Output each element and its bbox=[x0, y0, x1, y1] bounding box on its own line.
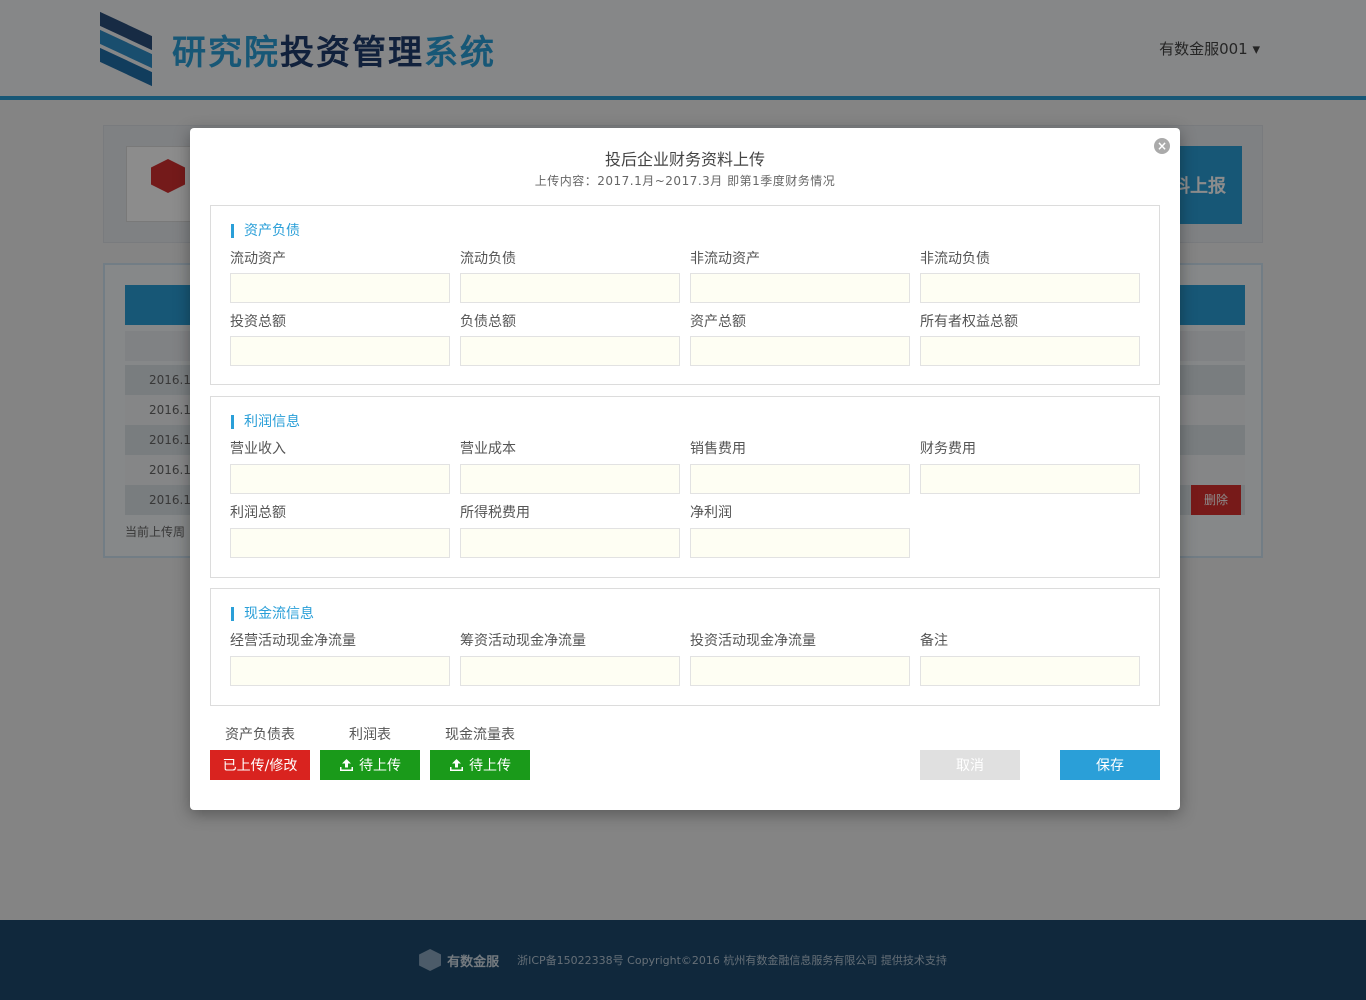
upload-button-label: 待上传 bbox=[359, 758, 401, 774]
total-profit-input[interactable] bbox=[230, 528, 450, 558]
field-label: 经营活动现金净流量 bbox=[230, 633, 356, 649]
section-title: 现金流信息 bbox=[231, 607, 314, 621]
net-profit-input[interactable] bbox=[690, 528, 910, 558]
upload-button-label: 已上传/修改 bbox=[222, 758, 298, 774]
field-label: 投资活动现金净流量 bbox=[690, 633, 816, 649]
section-cashflow: 现金流信息 经营活动现金净流量 筹资活动现金净流量 投资活动现金净流量 备注 bbox=[210, 588, 1160, 706]
operating-cashflow-input[interactable] bbox=[230, 656, 450, 686]
field-label: 所有者权益总额 bbox=[920, 314, 1018, 330]
upload-button-label: 待上传 bbox=[469, 758, 511, 774]
section-balance: 资产负债 流动资产 流动负债 非流动资产 非流动负债 投资总额 负债总额 资产总… bbox=[210, 205, 1160, 385]
field-label: 营业成本 bbox=[460, 441, 516, 457]
upload-balance-button[interactable]: 已上传/修改 bbox=[210, 750, 310, 780]
total-equity-input[interactable] bbox=[920, 336, 1140, 366]
section-title: 利润信息 bbox=[231, 415, 300, 429]
save-button[interactable]: 保存 bbox=[1060, 750, 1160, 780]
sales-expense-input[interactable] bbox=[690, 464, 910, 494]
upload-cashflow-button[interactable]: 待上传 bbox=[430, 750, 530, 780]
field-label: 资产总额 bbox=[690, 314, 746, 330]
field-label: 净利润 bbox=[690, 505, 732, 521]
revenue-input[interactable] bbox=[230, 464, 450, 494]
section-title: 资产负债 bbox=[231, 224, 300, 238]
field-label: 营业收入 bbox=[230, 441, 286, 457]
total-liabilities-input[interactable] bbox=[460, 336, 680, 366]
field-label: 备注 bbox=[920, 633, 948, 649]
income-tax-input[interactable] bbox=[460, 528, 680, 558]
current-liabilities-input[interactable] bbox=[460, 273, 680, 303]
total-investment-input[interactable] bbox=[230, 336, 450, 366]
upload-label-balance: 资产负债表 bbox=[225, 727, 295, 743]
cancel-button[interactable]: 取消 bbox=[920, 750, 1020, 780]
noncurrent-liabilities-input[interactable] bbox=[920, 273, 1140, 303]
upload-label-cashflow: 现金流量表 bbox=[445, 727, 515, 743]
field-label: 流动负债 bbox=[460, 251, 516, 267]
noncurrent-assets-input[interactable] bbox=[690, 273, 910, 303]
field-label: 财务费用 bbox=[920, 441, 976, 457]
remarks-input[interactable] bbox=[920, 656, 1140, 686]
upload-icon bbox=[340, 759, 353, 771]
field-label: 筹资活动现金净流量 bbox=[460, 633, 586, 649]
field-label: 非流动资产 bbox=[690, 251, 760, 267]
modal-title: 投后企业财务资料上传 bbox=[604, 150, 765, 169]
field-label: 流动资产 bbox=[230, 251, 286, 267]
field-label: 销售费用 bbox=[690, 441, 746, 457]
investing-cashflow-input[interactable] bbox=[690, 656, 910, 686]
upload-modal: × 投后企业财务资料上传 上传内容：2017.1月~2017.3月 即第1季度财… bbox=[190, 128, 1180, 810]
modal-subtitle: 上传内容：2017.1月~2017.3月 即第1季度财务情况 bbox=[534, 174, 836, 188]
field-label: 利润总额 bbox=[230, 505, 286, 521]
upload-profit-button[interactable]: 待上传 bbox=[320, 750, 420, 780]
field-label: 投资总额 bbox=[230, 314, 286, 330]
upload-icon bbox=[450, 759, 463, 771]
upload-label-profit: 利润表 bbox=[349, 727, 391, 743]
financing-cashflow-input[interactable] bbox=[460, 656, 680, 686]
financial-expense-input[interactable] bbox=[920, 464, 1140, 494]
field-label: 负债总额 bbox=[460, 314, 516, 330]
current-assets-input[interactable] bbox=[230, 273, 450, 303]
field-label: 所得税费用 bbox=[460, 505, 530, 521]
field-label: 非流动负债 bbox=[920, 251, 990, 267]
cost-input[interactable] bbox=[460, 464, 680, 494]
total-assets-input[interactable] bbox=[690, 336, 910, 366]
section-profit: 利润信息 营业收入 营业成本 销售费用 财务费用 利润总额 所得税费用 净利润 bbox=[210, 396, 1160, 578]
